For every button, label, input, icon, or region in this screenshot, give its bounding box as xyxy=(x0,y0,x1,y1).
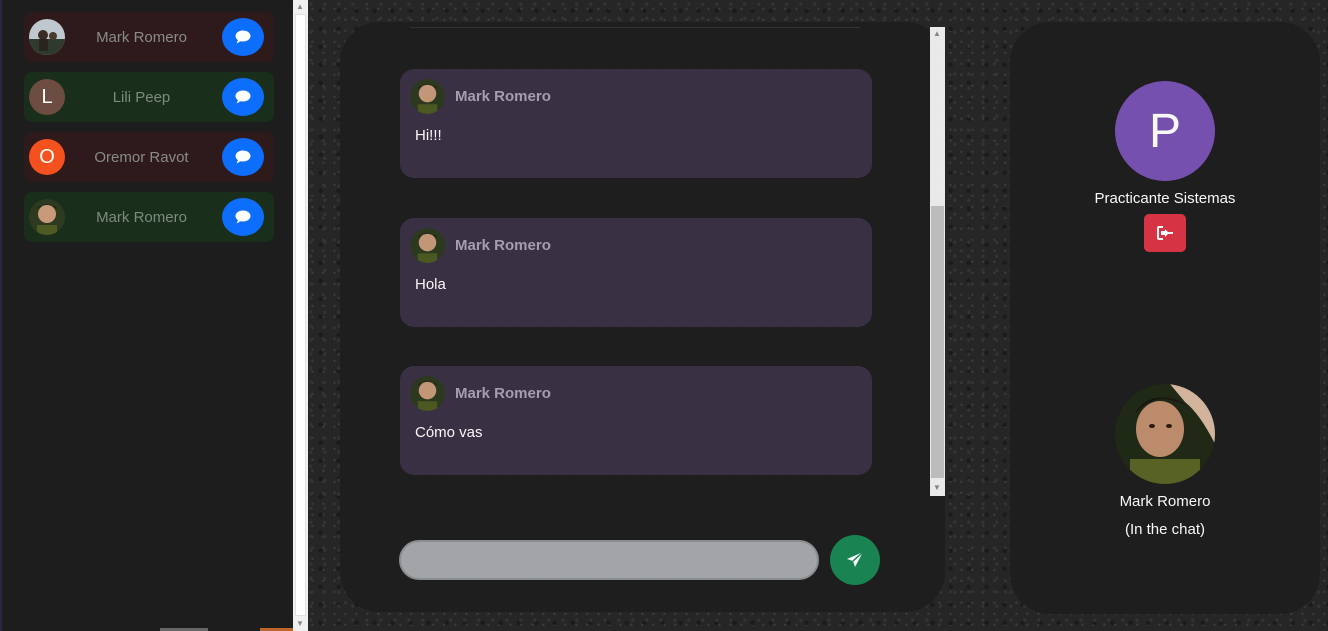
message-author: Mark Romero xyxy=(455,88,551,105)
chat-bubble-icon xyxy=(235,210,251,224)
avatar xyxy=(29,19,65,55)
message-text: Hi!!! xyxy=(415,127,442,144)
avatar: O xyxy=(29,139,65,175)
peer-name: Mark Romero xyxy=(1119,493,1211,510)
message-text: Hola xyxy=(415,276,446,293)
contact-name: Mark Romero xyxy=(96,28,187,46)
chat-window: Mark Romero Hi!!! Mark Romero Hola Mark … xyxy=(340,22,945,612)
contacts-panel: Mark Romero L Lili Peep O Oremor Ravot M… xyxy=(0,0,295,631)
profile-panel: P Practicante Sistemas Mark Romero (In t… xyxy=(1010,22,1320,614)
message-author: Mark Romero xyxy=(455,385,551,402)
user-name: Practicante Sistemas xyxy=(1094,190,1236,207)
contact-name: Oremor Ravot xyxy=(94,148,189,166)
message-button[interactable] xyxy=(222,198,264,236)
scroll-thumb[interactable] xyxy=(931,206,944,478)
contact-item[interactable]: Mark Romero xyxy=(24,192,274,242)
message-bubble: Mark Romero Hola xyxy=(400,218,872,327)
scroll-thumb[interactable] xyxy=(295,14,306,616)
message-button[interactable] xyxy=(222,18,264,56)
contact-name: Lili Peep xyxy=(112,88,171,106)
avatar xyxy=(410,79,445,114)
scroll-down-icon[interactable]: ▼ xyxy=(296,619,304,628)
avatar xyxy=(410,376,445,411)
peer-avatar xyxy=(1115,384,1215,484)
contacts-scrollbar[interactable]: ▲ ▼ xyxy=(293,0,308,631)
sign-out-icon xyxy=(1157,226,1173,240)
avatar: L xyxy=(29,79,65,115)
messages-scrollbar[interactable]: ▲ ▼ xyxy=(930,27,945,496)
paper-plane-icon xyxy=(847,551,864,567)
message-bubble: Mark Romero Hi!!! xyxy=(400,69,872,178)
peer-status: (In the chat) xyxy=(1124,521,1206,538)
message-button[interactable] xyxy=(222,78,264,116)
chat-bubble-icon xyxy=(235,30,251,44)
avatar xyxy=(29,199,65,235)
contact-item[interactable]: Mark Romero xyxy=(24,12,274,62)
contact-name: Mark Romero xyxy=(96,208,187,226)
message-bubble: Mark Romero Cómo vas xyxy=(400,366,872,475)
scroll-up-icon[interactable]: ▲ xyxy=(933,29,941,38)
chat-bubble-icon xyxy=(235,150,251,164)
logout-button[interactable] xyxy=(1144,214,1186,252)
contact-item[interactable]: O Oremor Ravot xyxy=(24,132,274,182)
user-avatar: P xyxy=(1115,81,1215,181)
divider xyxy=(410,27,860,28)
avatar xyxy=(410,228,445,263)
message-input[interactable] xyxy=(399,540,819,580)
send-button[interactable] xyxy=(830,535,880,585)
scroll-down-icon[interactable]: ▼ xyxy=(933,483,941,492)
contact-item[interactable]: L Lili Peep xyxy=(24,72,274,122)
scroll-up-icon[interactable]: ▲ xyxy=(296,2,304,11)
chat-bubble-icon xyxy=(235,90,251,104)
message-button[interactable] xyxy=(222,138,264,176)
message-author: Mark Romero xyxy=(455,237,551,254)
message-text: Cómo vas xyxy=(415,424,483,441)
